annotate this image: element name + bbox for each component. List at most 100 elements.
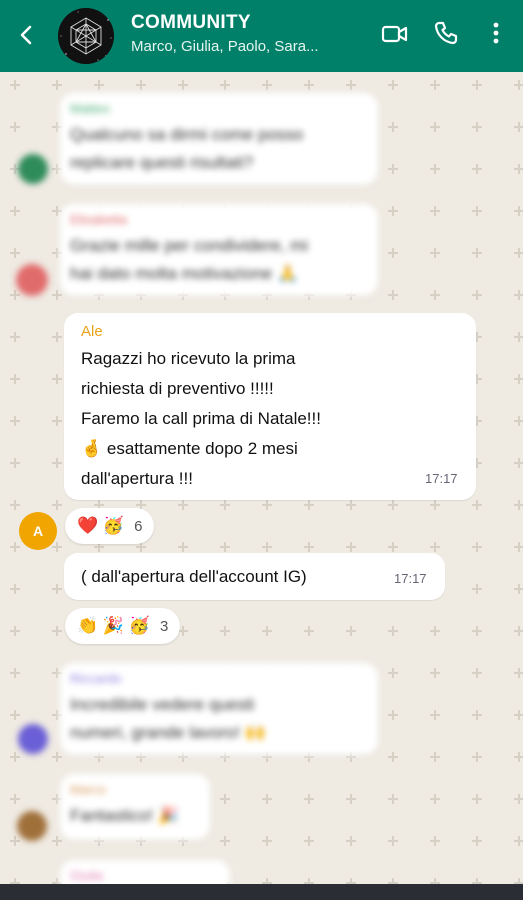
wallpaper-plus [514, 416, 523, 426]
message-sender[interactable]: Giulia [70, 868, 103, 883]
wallpaper-plus [388, 248, 398, 258]
wallpaper-plus [304, 836, 314, 846]
wallpaper-plus [262, 542, 272, 552]
wallpaper-plus [472, 500, 482, 510]
wallpaper-plus [514, 374, 523, 384]
bottom-edge [0, 884, 523, 900]
wallpaper-plus [388, 836, 398, 846]
message-sender[interactable]: Riccardo [70, 671, 121, 686]
wallpaper-plus [346, 836, 356, 846]
phone-call-icon[interactable] [433, 20, 459, 46]
wallpaper-plus [10, 332, 20, 342]
message-time: 17:17 [425, 471, 458, 486]
wallpaper-plus [388, 542, 398, 552]
wallpaper-plus [52, 416, 62, 426]
wallpaper-plus [430, 248, 440, 258]
wallpaper-plus [472, 164, 482, 174]
wallpaper-plus [472, 710, 482, 720]
wallpaper-plus [430, 80, 440, 90]
wallpaper-plus [10, 80, 20, 90]
wallpaper-plus [304, 500, 314, 510]
message-bubble: Ale Ragazzi ho ricevuto la prima richies… [64, 313, 476, 500]
message-reactions[interactable]: 👏 🎉 🥳 3 [65, 608, 181, 644]
message-sender[interactable]: Marco [70, 782, 106, 797]
avatar[interactable] [16, 264, 48, 296]
wallpaper-plus [514, 206, 523, 216]
reaction-count: 3 [159, 617, 169, 635]
wallpaper-plus [388, 500, 398, 510]
wallpaper-plus [262, 500, 272, 510]
wallpaper-plus [388, 710, 398, 720]
message-sender[interactable]: Elisabetta [70, 212, 127, 227]
wallpaper-plus [10, 500, 20, 510]
wallpaper-plus [220, 794, 230, 804]
avatar[interactable] [17, 811, 47, 841]
wallpaper-plus [514, 752, 523, 762]
avatar[interactable] [18, 724, 48, 754]
chat-members[interactable]: Marco, Giulia, Paolo, Sara... [131, 38, 319, 55]
wallpaper-plus [346, 500, 356, 510]
wallpaper-plus [430, 542, 440, 552]
wallpaper-plus [430, 752, 440, 762]
wallpaper-plus [430, 122, 440, 132]
wallpaper-plus [178, 80, 188, 90]
reaction-count: 6 [134, 517, 143, 535]
wallpaper-plus [10, 752, 20, 762]
wallpaper-plus [52, 458, 62, 468]
video-call-icon[interactable] [381, 23, 409, 45]
wallpaper-plus [472, 206, 482, 216]
wallpaper-plus [472, 290, 482, 300]
wallpaper-plus [430, 290, 440, 300]
wallpaper-plus [52, 752, 62, 762]
wallpaper-plus [472, 626, 482, 636]
wallpaper-plus [52, 332, 62, 342]
group-avatar[interactable] [58, 8, 114, 64]
back-arrow-icon[interactable] [16, 22, 38, 48]
wallpaper-plus [514, 248, 523, 258]
wallpaper-plus [388, 290, 398, 300]
wallpaper-plus [472, 836, 482, 846]
message-text: Ragazzi ho ricevuto la prima richiesta d… [81, 349, 321, 488]
avatar[interactable]: A [19, 512, 57, 550]
wallpaper-plus [52, 500, 62, 510]
wallpaper-plus [472, 542, 482, 552]
wallpaper-plus [10, 794, 20, 804]
message-text: Grazie mille per condividere, mi hai dat… [70, 236, 309, 283]
wallpaper-plus [514, 458, 523, 468]
message-reactions[interactable]: ❤️ 🥳 6 [65, 508, 155, 544]
wallpaper-plus [472, 752, 482, 762]
chat-title[interactable]: COMMUNITY [131, 12, 251, 34]
wallpaper-plus [52, 584, 62, 594]
wallpaper-plus [430, 710, 440, 720]
wallpaper-plus [10, 626, 20, 636]
wallpaper-plus [388, 164, 398, 174]
wallpaper-plus [52, 374, 62, 384]
wallpaper-plus [52, 80, 62, 90]
wallpaper-plus [10, 374, 20, 384]
message-time: 17:17 [394, 571, 427, 586]
wallpaper-plus [52, 836, 62, 846]
wallpaper-plus [388, 794, 398, 804]
message-text: ( dall'apertura dell'account IG) [81, 567, 307, 586]
message-sender[interactable]: Matteo [70, 101, 110, 116]
wallpaper-plus [472, 122, 482, 132]
wallpaper-plus [52, 542, 62, 552]
wallpaper-plus [514, 290, 523, 300]
message-bubble: ( dall'apertura dell'account IG) 17:17 [64, 553, 445, 600]
wallpaper-plus [346, 626, 356, 636]
message-text: Incredibile vedere questi numeri, grande… [70, 695, 266, 742]
wallpaper-plus [514, 500, 523, 510]
wallpaper-plus [10, 542, 20, 552]
wallpaper-plus [10, 206, 20, 216]
wallpaper-plus [388, 122, 398, 132]
message-bubble: Elisabetta Grazie mille per condividere,… [60, 204, 378, 296]
wallpaper-plus [10, 584, 20, 594]
wallpaper-plus [10, 836, 20, 846]
more-options-icon[interactable] [488, 21, 504, 47]
message-sender[interactable]: Ale [81, 323, 103, 340]
wallpaper-plus [514, 668, 523, 678]
group-logo-icon [58, 8, 114, 64]
wallpaper-plus [514, 584, 523, 594]
avatar[interactable] [18, 154, 48, 184]
wallpaper-plus [430, 164, 440, 174]
